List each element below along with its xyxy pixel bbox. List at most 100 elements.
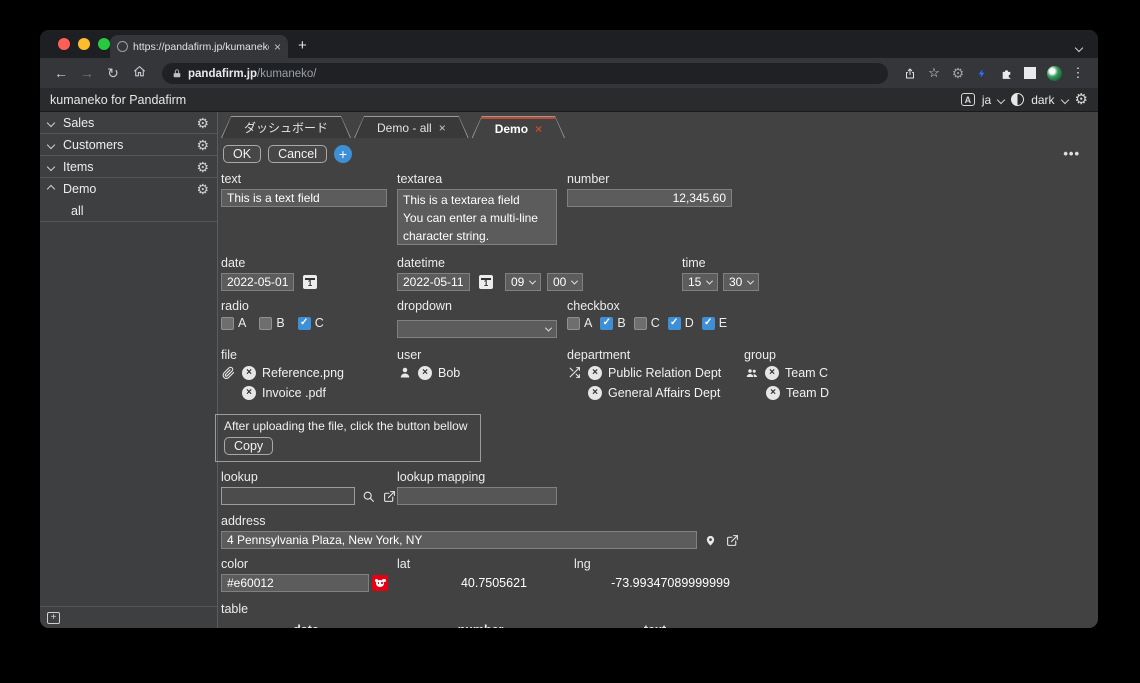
table-field-label: table — [221, 602, 821, 616]
color-swatch-panda-icon[interactable] — [372, 575, 388, 591]
checkbox-option-a[interactable]: ✓ A — [567, 316, 592, 330]
remove-file-icon[interactable]: × — [242, 386, 256, 400]
sidebar-footer: + — [40, 606, 217, 628]
datetime-date-input[interactable] — [397, 273, 470, 291]
language-select[interactable]: ja — [982, 93, 991, 107]
browser-tab[interactable]: https://pandafirm.jp/kumaneko × — [110, 35, 288, 58]
new-tab-button[interactable]: + — [298, 37, 307, 54]
user-icon[interactable] — [397, 366, 412, 379]
time-field-label: time — [682, 256, 759, 270]
forward-icon[interactable]: → — [76, 65, 98, 81]
text-input[interactable] — [221, 189, 387, 207]
tab-dashboard[interactable]: ダッシュボード — [221, 116, 351, 138]
tab-demo[interactable]: Demo × — [472, 116, 565, 138]
remove-department-icon[interactable]: × — [588, 386, 602, 400]
share-icon[interactable] — [900, 63, 920, 83]
window-controls — [58, 38, 110, 50]
add-record-button[interactable]: + — [334, 145, 352, 163]
zoom-window-button[interactable] — [98, 38, 110, 50]
date-input[interactable] — [221, 273, 294, 291]
remove-department-icon[interactable]: × — [588, 366, 602, 380]
tab-demo-all[interactable]: Demo - all × — [354, 116, 469, 138]
more-options-icon[interactable]: ••• — [1063, 146, 1080, 161]
home-icon[interactable] — [128, 65, 150, 81]
demo-gear-icon[interactable]: ⚙ — [196, 182, 209, 196]
chevron-down-icon — [47, 140, 55, 148]
radio-option-c[interactable]: ✓ C — [298, 316, 324, 330]
language-chevron-icon[interactable] — [997, 95, 1005, 103]
close-window-button[interactable] — [58, 38, 70, 50]
time-minute-select[interactable]: 30 — [723, 273, 759, 291]
map-pin-icon[interactable] — [702, 532, 719, 549]
customers-gear-icon[interactable]: ⚙ — [196, 138, 209, 152]
copy-button[interactable]: Copy — [224, 437, 273, 455]
group-icon[interactable] — [744, 367, 759, 379]
profile-avatar[interactable] — [1044, 63, 1064, 83]
group-name: Team D — [786, 386, 829, 400]
search-icon[interactable] — [360, 488, 376, 505]
bookmark-star-icon[interactable]: ☆ — [924, 63, 944, 83]
lookup-input[interactable] — [221, 487, 355, 505]
calendar-icon[interactable] — [479, 275, 493, 289]
add-app-icon[interactable]: + — [47, 612, 60, 624]
number-field-label: number — [567, 172, 744, 186]
lng-field-label: lng — [574, 557, 744, 571]
checkbox-option-e[interactable]: ✓ E — [702, 316, 727, 330]
remove-user-icon[interactable]: × — [418, 366, 432, 380]
theme-chevron-icon[interactable] — [1060, 95, 1068, 103]
extension-bolt-icon[interactable] — [972, 63, 992, 83]
sidebar-item-items[interactable]: Items ⚙ — [40, 156, 217, 178]
group-field-label: group — [744, 348, 829, 362]
remove-file-icon[interactable]: × — [242, 366, 256, 380]
checkbox-option-c[interactable]: ✓ C — [634, 316, 660, 330]
items-gear-icon[interactable]: ⚙ — [196, 160, 209, 174]
reload-icon[interactable]: ↻ — [102, 65, 124, 82]
radio-option-b[interactable]: ✓ B — [259, 316, 284, 330]
remove-group-icon[interactable]: × — [766, 386, 780, 400]
sidebar: Sales ⚙ Customers ⚙ Items ⚙ Demo ⚙ all — [40, 112, 218, 628]
textarea-input[interactable]: This is a textarea field You can enter a… — [397, 189, 557, 245]
close-tab-icon[interactable]: × — [535, 122, 542, 136]
extension-gear-icon[interactable]: ⚙ — [948, 63, 968, 83]
color-input[interactable] — [221, 574, 369, 592]
dropdown-field-label: dropdown — [397, 299, 567, 313]
department-icon[interactable] — [567, 366, 582, 379]
url-domain: pandafirm.jp — [188, 68, 257, 80]
back-icon[interactable]: ← — [50, 65, 72, 81]
minimize-window-button[interactable] — [78, 38, 90, 50]
chevron-down-icon — [47, 162, 55, 170]
dropdown-select[interactable] — [397, 320, 557, 338]
tab-search-chevron-icon[interactable] — [1076, 38, 1082, 56]
theme-select[interactable]: dark — [1031, 93, 1054, 107]
checkbox-option-d[interactable]: ✓ D — [668, 316, 694, 330]
browser-menu-icon[interactable]: ⋮ — [1068, 63, 1088, 83]
sidebar-item-sales[interactable]: Sales ⚙ — [40, 112, 217, 134]
side-panel-icon[interactable] — [1020, 63, 1040, 83]
cancel-button[interactable]: Cancel — [268, 145, 327, 163]
close-tab-icon[interactable]: × — [439, 121, 446, 135]
calendar-icon[interactable] — [303, 275, 317, 289]
open-map-external-icon[interactable] — [724, 532, 741, 549]
paperclip-icon[interactable] — [221, 366, 236, 380]
settings-gear-icon[interactable]: ⚙ — [1075, 92, 1088, 107]
checkbox-option-b[interactable]: ✓ B — [600, 316, 625, 330]
sidebar-item-demo-all[interactable]: all — [40, 200, 217, 222]
sidebar-item-customers[interactable]: Customers ⚙ — [40, 134, 217, 156]
url-bar[interactable]: pandafirm.jp/kumaneko/ — [162, 63, 888, 84]
open-lookup-external-icon[interactable] — [381, 488, 397, 505]
sales-gear-icon[interactable]: ⚙ — [196, 116, 209, 130]
color-field-label: color — [221, 557, 397, 571]
lookup-mapping-input[interactable] — [397, 487, 557, 505]
tab-close-icon[interactable]: × — [274, 40, 281, 54]
ok-button[interactable]: OK — [223, 145, 261, 163]
number-input[interactable] — [567, 189, 732, 207]
radio-option-a[interactable]: ✓ A — [221, 316, 246, 330]
extensions-puzzle-icon[interactable] — [996, 63, 1016, 83]
remove-group-icon[interactable]: × — [765, 366, 779, 380]
address-input[interactable] — [221, 531, 697, 549]
datetime-minute-select[interactable]: 00 — [547, 273, 583, 291]
sidebar-item-demo[interactable]: Demo ⚙ — [40, 178, 217, 200]
time-hour-select[interactable]: 15 — [682, 273, 718, 291]
theme-contrast-icon — [1011, 93, 1024, 106]
datetime-hour-select[interactable]: 09 — [505, 273, 541, 291]
